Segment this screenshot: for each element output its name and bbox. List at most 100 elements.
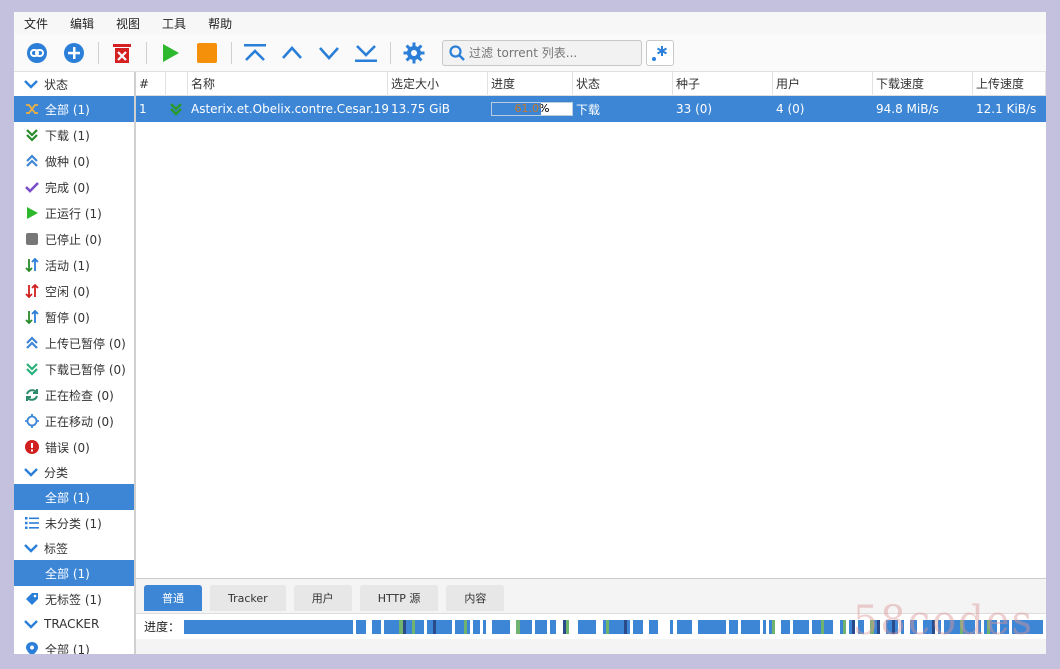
status-filter-item[interactable]: 活动 (1) bbox=[14, 252, 134, 278]
tab-peers[interactable]: 用户 bbox=[293, 585, 352, 611]
toolbar-separator bbox=[146, 41, 147, 64]
column-header-ul-speed[interactable]: 上传速度 bbox=[973, 72, 1046, 96]
column-header-peers[interactable]: 用户 bbox=[773, 72, 873, 96]
checking-icon bbox=[24, 387, 40, 403]
content-area: # 名称 选定大小 进度 状态 种子 用户 下载速度 上传速度 1 Asteri… bbox=[135, 72, 1046, 654]
menu-file[interactable]: 文件 bbox=[24, 15, 48, 32]
status-filter-item[interactable]: 上传已暂停 (0) bbox=[14, 330, 134, 356]
tab-tracker[interactable]: Tracker bbox=[210, 585, 286, 611]
tab-general[interactable]: 普通 bbox=[144, 585, 202, 611]
progress-text: 61.0% bbox=[514, 102, 550, 115]
tracker-all[interactable]: 全部 (1) bbox=[14, 636, 134, 654]
category-all[interactable]: 全部 (1) bbox=[14, 484, 134, 510]
status-filter-label: 空闲 (0) bbox=[45, 284, 90, 299]
stalled-upload-icon bbox=[24, 335, 40, 351]
status-filter-item[interactable]: 全部 (1) bbox=[14, 96, 134, 122]
active-icon bbox=[24, 257, 40, 273]
piece-segment bbox=[1042, 620, 1046, 634]
decrease-priority-icon bbox=[319, 46, 339, 60]
status-filter-item[interactable]: 正在检查 (0) bbox=[14, 382, 134, 408]
search-icon bbox=[449, 44, 465, 61]
tab-http-sources[interactable]: HTTP 源 bbox=[359, 585, 439, 611]
decrease-priority-button[interactable] bbox=[314, 38, 344, 68]
toolbar bbox=[14, 34, 1046, 72]
tab-content[interactable]: 内容 bbox=[446, 585, 505, 611]
delete-button[interactable] bbox=[107, 38, 137, 68]
status-filter-item[interactable]: 下载 (1) bbox=[14, 122, 134, 148]
search-input[interactable] bbox=[469, 45, 639, 60]
top-priority-icon bbox=[244, 43, 266, 61]
status-filter-item[interactable]: 下载已暂停 (0) bbox=[14, 356, 134, 382]
increase-priority-icon bbox=[282, 45, 302, 59]
menu-bar: 文件 编辑 视图 工具 帮助 bbox=[14, 12, 1046, 34]
category-header[interactable]: 分类 bbox=[14, 460, 134, 484]
add-torrent-button[interactable] bbox=[59, 38, 89, 68]
seeding-icon bbox=[24, 153, 40, 169]
menu-help[interactable]: 帮助 bbox=[208, 15, 232, 32]
tag-untagged[interactable]: 无标签 (1) bbox=[14, 586, 134, 612]
category-all-label: 全部 (1) bbox=[45, 490, 90, 505]
shuffle-icon bbox=[24, 101, 40, 117]
delete-icon bbox=[113, 43, 131, 63]
stalled-icon bbox=[24, 309, 40, 325]
status-filter-label: 暂停 (0) bbox=[45, 310, 90, 325]
status-filter-item[interactable]: 已停止 (0) bbox=[14, 226, 134, 252]
row-index: 1 bbox=[139, 102, 147, 116]
toolbar-separator bbox=[390, 41, 391, 64]
add-link-button[interactable] bbox=[22, 38, 52, 68]
row-seeds: 33 (0) bbox=[676, 102, 713, 116]
status-filter-item[interactable]: 错误 (0) bbox=[14, 434, 134, 460]
increase-priority-button[interactable] bbox=[277, 38, 307, 68]
status-filter-item[interactable]: 正在移动 (0) bbox=[14, 408, 134, 434]
column-header-state-icon[interactable] bbox=[166, 72, 188, 96]
table-header: # 名称 选定大小 进度 状态 种子 用户 下载速度 上传速度 bbox=[136, 72, 1046, 96]
column-header-dl-speed[interactable]: 下载速度 bbox=[873, 72, 973, 96]
progress-label: 进度： bbox=[144, 620, 181, 634]
status-filter-label: 正在检查 (0) bbox=[45, 388, 114, 403]
column-header-name[interactable]: 名称 bbox=[188, 72, 388, 96]
add-icon bbox=[64, 42, 84, 63]
status-filter-label: 下载 (1) bbox=[45, 128, 90, 143]
column-header-progress[interactable]: 进度 bbox=[488, 72, 573, 96]
bottom-priority-button[interactable] bbox=[351, 38, 381, 68]
column-header-status[interactable]: 状态 bbox=[573, 72, 673, 96]
status-filter-item[interactable]: 正运行 (1) bbox=[14, 200, 134, 226]
resume-button[interactable] bbox=[155, 38, 185, 68]
toolbar-separator bbox=[231, 41, 232, 64]
top-priority-button[interactable] bbox=[240, 38, 270, 68]
column-header-index[interactable]: # bbox=[136, 72, 166, 96]
pause-button[interactable] bbox=[192, 38, 222, 68]
location-icon bbox=[24, 641, 40, 654]
status-filter-label: 做种 (0) bbox=[45, 154, 90, 169]
menu-tools[interactable]: 工具 bbox=[162, 15, 186, 32]
chevron-down-icon bbox=[24, 79, 38, 89]
row-name: Asterix.et.Obelix.contre.Cesar.199... bbox=[191, 102, 388, 116]
status-filter-label: 下载已暂停 (0) bbox=[45, 362, 126, 377]
status-filter-item[interactable]: 空闲 (0) bbox=[14, 278, 134, 304]
settings-button[interactable] bbox=[399, 38, 429, 68]
column-header-size[interactable]: 选定大小 bbox=[388, 72, 488, 96]
menu-view[interactable]: 视图 bbox=[116, 15, 140, 32]
tracker-header-label: TRACKER bbox=[44, 617, 100, 631]
chevron-down-icon bbox=[24, 619, 38, 629]
status-header[interactable]: 状态 bbox=[14, 72, 134, 96]
status-filter-item[interactable]: 暂停 (0) bbox=[14, 304, 134, 330]
status-filter-item[interactable]: 做种 (0) bbox=[14, 148, 134, 174]
tag-header[interactable]: 标签 bbox=[14, 536, 134, 560]
torrent-table: # 名称 选定大小 进度 状态 种子 用户 下载速度 上传速度 1 Asteri… bbox=[135, 72, 1046, 578]
status-filter-item[interactable]: 完成 (0) bbox=[14, 174, 134, 200]
table-row[interactable]: 1 Asterix.et.Obelix.contre.Cesar.199... … bbox=[136, 96, 1046, 122]
details-panel: 普通 Tracker 用户 HTTP 源 内容 进度： bbox=[135, 578, 1046, 654]
status-filter-label: 全部 (1) bbox=[45, 102, 90, 117]
regex-toggle-button[interactable] bbox=[646, 39, 674, 66]
category-uncategorized[interactable]: 未分类 (1) bbox=[14, 510, 134, 536]
inactive-icon bbox=[24, 283, 40, 299]
tag-all[interactable]: 全部 (1) bbox=[14, 560, 134, 586]
status-filter-label: 正在移动 (0) bbox=[45, 414, 114, 429]
row-size: 13.75 GiB bbox=[391, 102, 451, 116]
menu-edit[interactable]: 编辑 bbox=[70, 15, 94, 32]
tracker-header[interactable]: TRACKER bbox=[14, 612, 134, 636]
column-header-seeds[interactable]: 种子 bbox=[673, 72, 773, 96]
resume-icon bbox=[163, 43, 179, 62]
settings-icon bbox=[403, 42, 425, 63]
